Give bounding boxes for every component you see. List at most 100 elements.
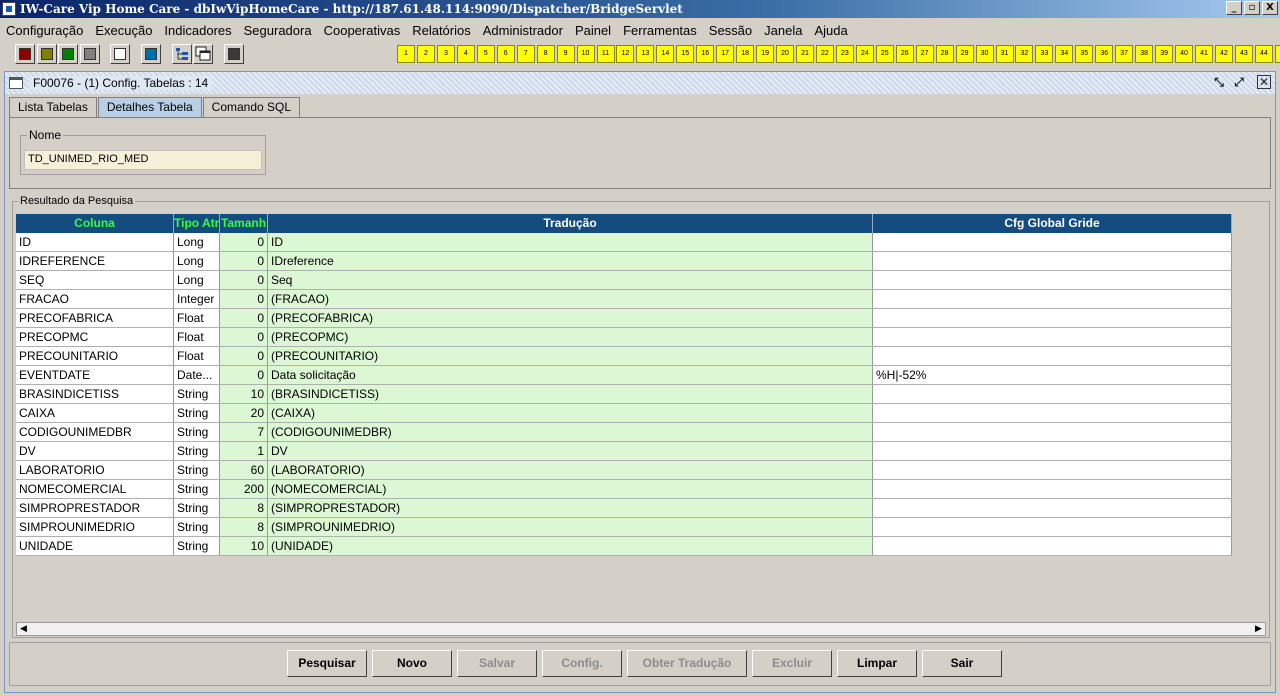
cell-traducao[interactable]: (PRECOPMC) (268, 328, 873, 347)
cell-tamanho[interactable]: 60 (220, 461, 268, 480)
close-icon[interactable]: ✕ (1257, 75, 1271, 89)
cell-tipo[interactable]: Float (174, 309, 220, 328)
cell-traducao[interactable]: (UNIDADE) (268, 537, 873, 556)
quick-slot-button-8[interactable]: 8 (536, 45, 555, 63)
quick-slot-button-5[interactable]: 5 (476, 45, 495, 63)
config-button[interactable]: Config. (542, 650, 622, 677)
minimize-button[interactable]: _ (1226, 1, 1242, 15)
cell-tamanho[interactable]: 200 (220, 480, 268, 499)
table-row[interactable]: BRASINDICETISS String 10 (BRASINDICETISS) (16, 385, 1232, 404)
cell-tipo[interactable]: String (174, 423, 220, 442)
cell-coluna[interactable]: PRECOUNITARIO (16, 347, 174, 366)
table-row[interactable]: UNIDADE String 10 (UNIDADE) (16, 537, 1232, 556)
quick-slot-button-29[interactable]: 29 (955, 45, 974, 63)
menu-seguradora[interactable]: Seguradora (238, 23, 318, 38)
quick-slot-button-42[interactable]: 42 (1214, 45, 1233, 63)
cell-tamanho[interactable]: 0 (220, 233, 268, 252)
menu-administrador[interactable]: Administrador (477, 23, 569, 38)
quick-slot-button-2[interactable]: 2 (416, 45, 435, 63)
cell-traducao[interactable]: (NOMECOMERCIAL) (268, 480, 873, 499)
table-row[interactable]: CODIGOUNIMEDBR String 7 (CODIGOUNIMEDBR) (16, 423, 1232, 442)
cell-traducao[interactable]: (CODIGOUNIMEDBR) (268, 423, 873, 442)
quick-slot-button-35[interactable]: 35 (1075, 45, 1094, 63)
quick-slot-button-30[interactable]: 30 (975, 45, 994, 63)
cell-cfg-global[interactable] (873, 347, 1232, 366)
quick-slot-button-39[interactable]: 39 (1155, 45, 1174, 63)
cell-coluna[interactable]: SIMPROUNIMEDRIO (16, 518, 174, 537)
table-row[interactable]: SIMPROUNIMEDRIO String 8 (SIMPROUNIMEDRIO) (16, 518, 1232, 537)
cell-tipo[interactable]: String (174, 442, 220, 461)
table-row[interactable]: PRECOFABRICA Float 0 (PRECOFABRICA) (16, 309, 1232, 328)
salvar-button[interactable]: Salvar (457, 650, 537, 677)
quick-slot-button-10[interactable]: 10 (576, 45, 595, 63)
cell-tamanho[interactable]: 0 (220, 309, 268, 328)
cell-tipo[interactable]: String (174, 404, 220, 423)
cell-tamanho[interactable]: 0 (220, 347, 268, 366)
excluir-button[interactable]: Excluir (752, 650, 832, 677)
cell-tamanho[interactable]: 0 (220, 328, 268, 347)
restore-icon[interactable]: ⤡ (1211, 75, 1227, 90)
color-swatch-button[interactable] (58, 44, 78, 64)
cell-cfg-global[interactable] (873, 233, 1232, 252)
menu-ferramentas[interactable]: Ferramentas (617, 23, 703, 38)
quick-slot-button-31[interactable]: 31 (995, 45, 1014, 63)
table-row[interactable]: SEQ Long 0 Seq (16, 271, 1232, 290)
quick-slot-button-22[interactable]: 22 (815, 45, 834, 63)
quick-slot-button-36[interactable]: 36 (1095, 45, 1114, 63)
quick-slot-button-11[interactable]: 11 (596, 45, 615, 63)
quick-slot-button-43[interactable]: 43 (1234, 45, 1253, 63)
quick-slot-button-17[interactable]: 17 (716, 45, 735, 63)
cell-tamanho[interactable]: 0 (220, 290, 268, 309)
cell-traducao[interactable]: (BRASINDICETISS) (268, 385, 873, 404)
cell-coluna[interactable]: UNIDADE (16, 537, 174, 556)
cell-traducao[interactable]: (PRECOUNITARIO) (268, 347, 873, 366)
cell-cfg-global[interactable] (873, 480, 1232, 499)
cell-tamanho[interactable]: 0 (220, 252, 268, 271)
dark-swatch-button[interactable] (224, 44, 244, 64)
cell-cfg-global[interactable] (873, 518, 1232, 537)
cell-tamanho[interactable]: 20 (220, 404, 268, 423)
quick-slot-button-40[interactable]: 40 (1175, 45, 1194, 63)
cell-coluna[interactable]: PRECOFABRICA (16, 309, 174, 328)
quick-slot-button-26[interactable]: 26 (895, 45, 914, 63)
quick-slot-button-19[interactable]: 19 (756, 45, 775, 63)
column-header-coluna[interactable]: Coluna (16, 214, 174, 233)
windows-button[interactable] (193, 44, 213, 64)
menu-relatorios[interactable]: Relatórios (406, 23, 477, 38)
cell-coluna[interactable]: SEQ (16, 271, 174, 290)
table-row[interactable]: DV String 1 DV (16, 442, 1232, 461)
menu-ajuda[interactable]: Ajuda (808, 23, 853, 38)
table-row[interactable]: EVENTDATE Date... 0 Data solicitação %H|-52% (16, 366, 1232, 385)
cell-cfg-global[interactable] (873, 385, 1232, 404)
quick-slot-button-32[interactable]: 32 (1015, 45, 1034, 63)
quick-slot-button-45[interactable]: 45 (1274, 45, 1280, 63)
quick-slot-button-24[interactable]: 24 (855, 45, 874, 63)
cell-tipo[interactable]: Date... (174, 366, 220, 385)
novo-button[interactable]: Novo (372, 650, 452, 677)
quick-slot-button-25[interactable]: 25 (875, 45, 894, 63)
cell-tipo[interactable]: String (174, 461, 220, 480)
sair-button[interactable]: Sair (922, 650, 1002, 677)
tab-detalhes-tabela[interactable]: Detalhes Tabela (97, 97, 202, 117)
cell-traducao[interactable]: (SIMPROUNIMEDRIO) (268, 518, 873, 537)
cell-coluna[interactable]: PRECOPMC (16, 328, 174, 347)
cell-tamanho[interactable]: 7 (220, 423, 268, 442)
cell-tamanho[interactable]: 10 (220, 537, 268, 556)
close-button[interactable]: X (1262, 1, 1278, 15)
cell-tipo[interactable]: String (174, 385, 220, 404)
cell-coluna[interactable]: CODIGOUNIMEDBR (16, 423, 174, 442)
quick-slot-button-3[interactable]: 3 (436, 45, 455, 63)
table-row[interactable]: FRACAO Integer 0 (FRACAO) (16, 290, 1232, 309)
table-row[interactable]: IDREFERENCE Long 0 IDreference (16, 252, 1232, 271)
cell-coluna[interactable]: CAIXA (16, 404, 174, 423)
quick-slot-button-27[interactable]: 27 (915, 45, 934, 63)
maximize-button[interactable]: ▫ (1244, 1, 1260, 15)
cell-cfg-global[interactable] (873, 499, 1232, 518)
tab-comando-sql[interactable]: Comando SQL (202, 97, 301, 117)
cell-coluna[interactable]: EVENTDATE (16, 366, 174, 385)
quick-slot-button-1[interactable]: 1 (397, 45, 415, 63)
cell-traducao[interactable]: Seq (268, 271, 873, 290)
quick-slot-button-21[interactable]: 21 (796, 45, 814, 63)
cell-tamanho[interactable]: 0 (220, 366, 268, 385)
cell-coluna[interactable]: DV (16, 442, 174, 461)
